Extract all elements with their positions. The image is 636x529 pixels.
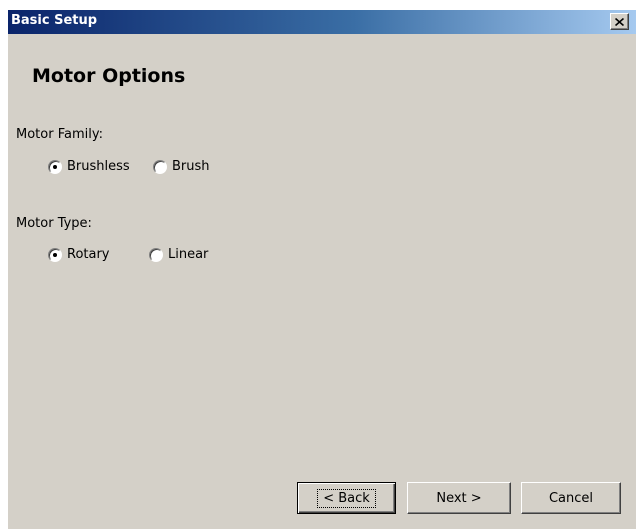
radio-brushless[interactable]: Brushless [48,159,130,174]
radio-dot [53,252,57,257]
motor-family-label: Motor Family: [16,127,103,142]
back-button[interactable]: < Back [297,482,396,514]
radio-indicator [48,247,62,262]
window-title: Basic Setup [11,13,98,28]
radio-rotary[interactable]: Rotary [48,247,110,262]
close-button[interactable] [610,13,629,30]
radio-brush-label: Brush [172,159,210,174]
radio-brushless-label: Brushless [67,159,130,174]
next-button[interactable]: Next > [407,482,511,514]
radio-brush[interactable]: Brush [153,159,210,174]
cancel-button[interactable]: Cancel [521,482,621,514]
radio-linear[interactable]: Linear [149,247,208,262]
page-title: Motor Options [32,65,186,87]
radio-linear-label: Linear [168,247,209,262]
radio-indicator [149,247,163,262]
radio-dot [53,164,57,169]
close-icon [615,17,624,26]
cancel-button-label: Cancel [548,490,594,506]
motor-type-label: Motor Type: [16,216,92,231]
back-button-label: < Back [317,488,376,508]
basic-setup-dialog: Basic Setup Motor Options Motor Family: … [7,9,636,529]
title-bar[interactable]: Basic Setup [8,10,636,34]
next-button-label: Next > [436,490,482,506]
radio-rotary-label: Rotary [67,247,110,262]
radio-indicator [48,159,62,174]
radio-indicator [153,159,167,174]
